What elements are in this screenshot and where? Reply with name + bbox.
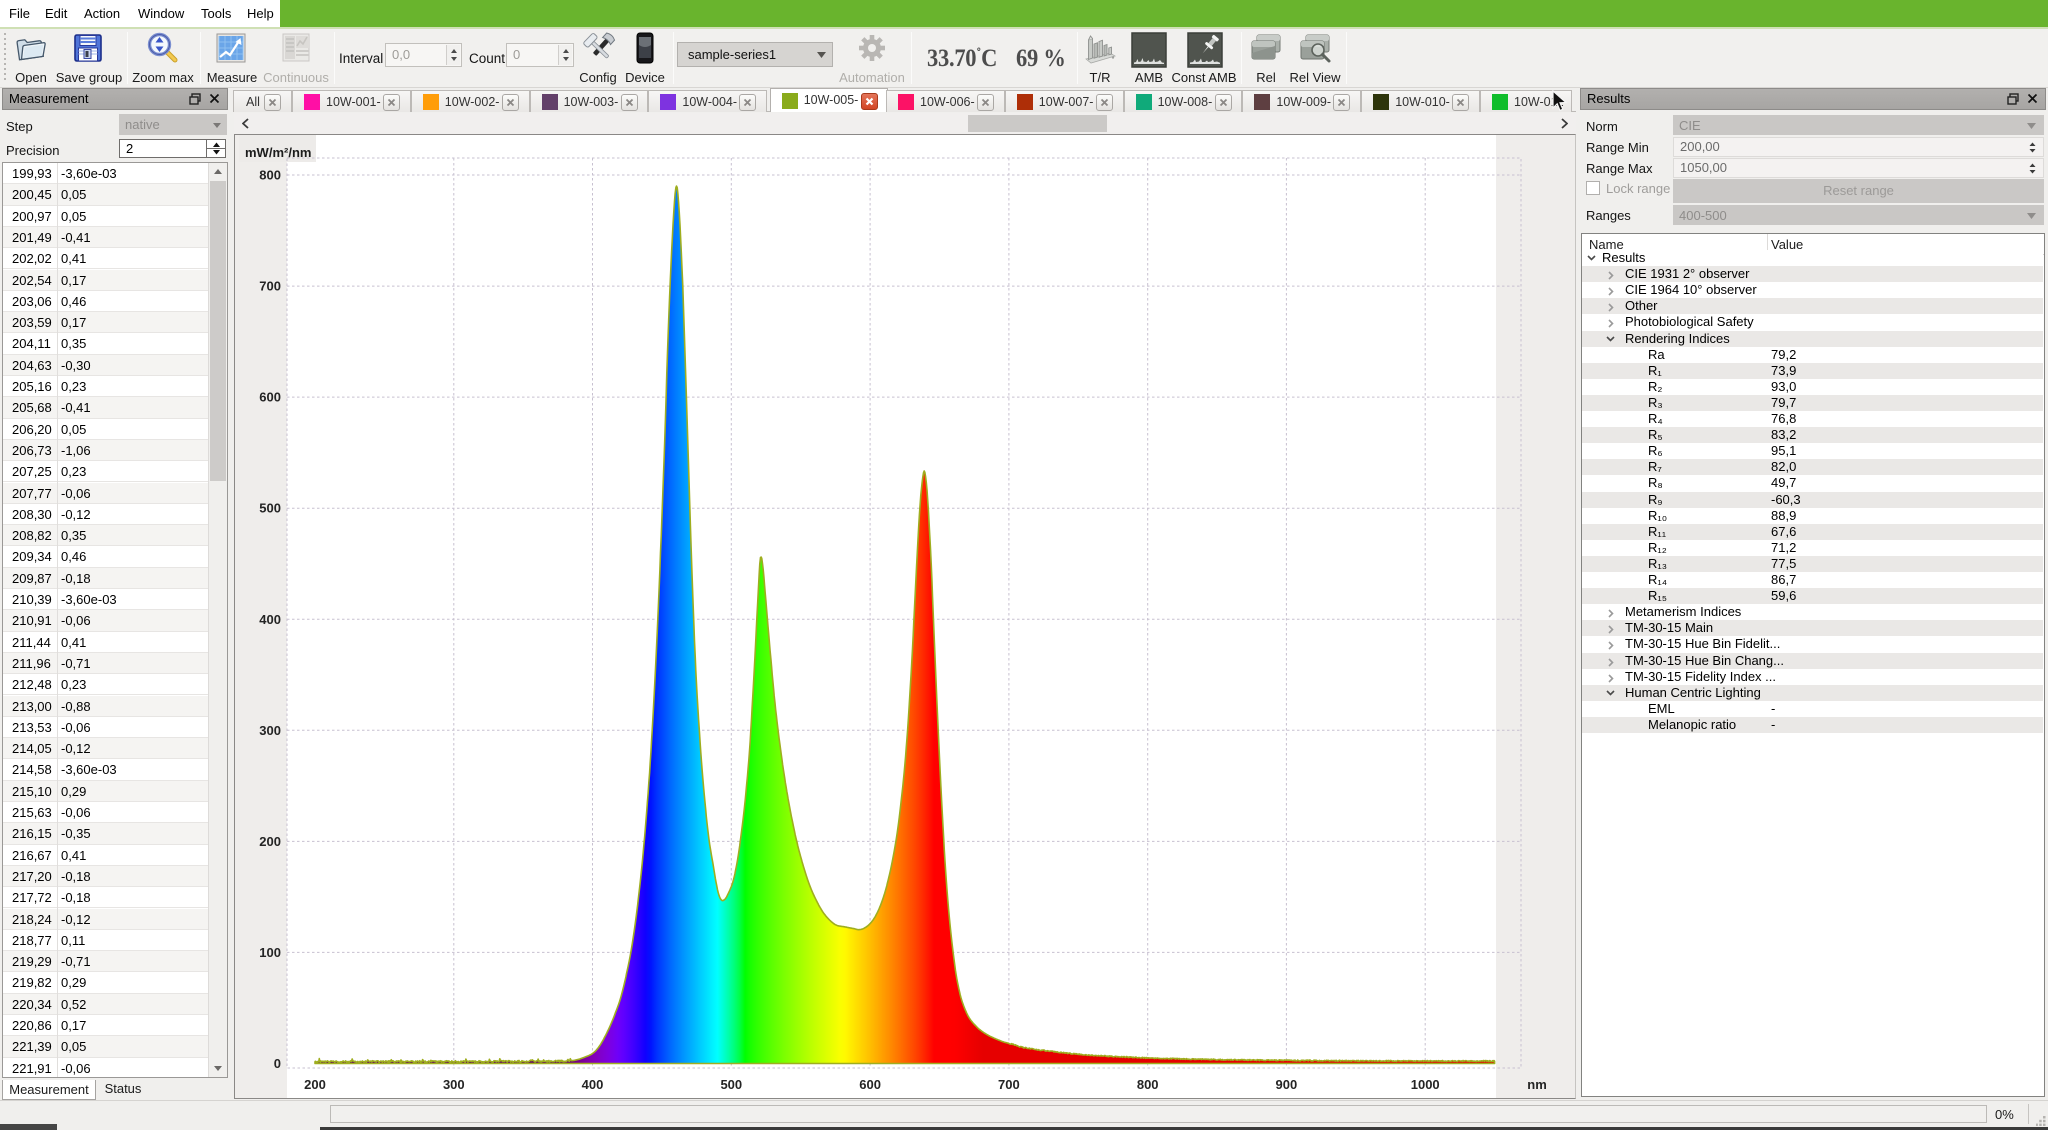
- svg-text:0: 0: [274, 1056, 281, 1071]
- svg-text:800: 800: [1137, 1077, 1159, 1092]
- svg-text:600: 600: [259, 390, 281, 405]
- svg-text:800: 800: [259, 168, 281, 183]
- svg-text:300: 300: [443, 1077, 465, 1092]
- svg-text:900: 900: [1276, 1077, 1298, 1092]
- svg-text:700: 700: [259, 279, 281, 294]
- svg-text:100: 100: [259, 945, 281, 960]
- svg-text:500: 500: [259, 501, 281, 516]
- svg-text:700: 700: [998, 1077, 1020, 1092]
- svg-text:mW/m²/nm: mW/m²/nm: [245, 145, 311, 160]
- svg-text:1000: 1000: [1411, 1077, 1440, 1092]
- svg-text:400: 400: [582, 1077, 604, 1092]
- svg-text:300: 300: [259, 723, 281, 738]
- svg-text:nm: nm: [1527, 1077, 1547, 1092]
- svg-text:200: 200: [259, 834, 281, 849]
- svg-text:600: 600: [859, 1077, 881, 1092]
- svg-text:500: 500: [720, 1077, 742, 1092]
- svg-text:200: 200: [304, 1077, 326, 1092]
- svg-text:400: 400: [259, 612, 281, 627]
